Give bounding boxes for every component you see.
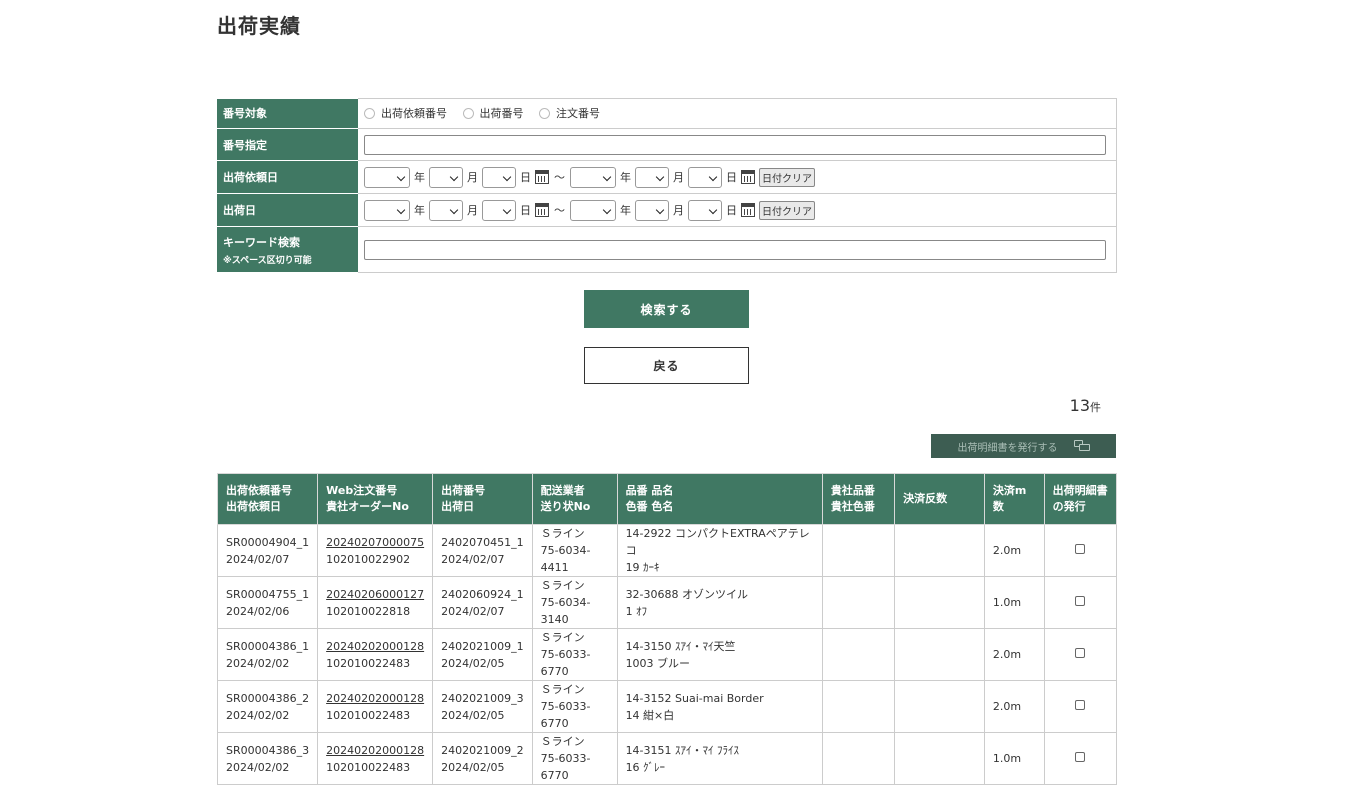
keyword-row: キーワード検索 ※スペース区切り可能: [217, 226, 1117, 273]
calendar-icon[interactable]: [741, 170, 755, 184]
radio-label: 出荷依頼番号: [381, 107, 447, 121]
issue-checkbox[interactable]: [1075, 752, 1086, 762]
radio-label: 出荷番号: [479, 107, 524, 121]
calendar-icon[interactable]: [535, 203, 549, 217]
ship-date-range: 年 月 日 ～ 年 月 日 日付クリア: [364, 199, 1106, 221]
issue-statement-button[interactable]: 出荷明細書を発行する: [931, 434, 1116, 458]
from-month-select[interactable]: [429, 199, 463, 221]
year-unit: 年: [620, 171, 631, 184]
number-target-row: 番号対象 出荷依頼番号 出荷番号 注文番号: [217, 98, 1117, 129]
month-unit: 月: [673, 171, 684, 184]
table-row: SR00004755_1 2024/02/06 20240206000127 102…: [216, 576, 1118, 629]
result-count: 13件: [1070, 396, 1101, 415]
clear-date-button[interactable]: 日付クリア: [759, 167, 815, 187]
col-request: 出荷依頼番号 出荷依頼日: [216, 473, 319, 525]
month-unit: 月: [467, 204, 478, 217]
day-unit: 日: [520, 204, 531, 217]
month-unit: 月: [467, 171, 478, 184]
radio-ship-number[interactable]: 出荷番号: [462, 105, 524, 121]
search-button[interactable]: 検索する: [584, 290, 749, 328]
ship-date-label: 出荷日: [217, 193, 358, 227]
request-date-range: 年 月 日 ～ 年 月 日 日付クリア: [364, 166, 1106, 188]
web-order-link[interactable]: 20240207000075: [326, 536, 424, 549]
col-ship: 出荷番号 出荷日: [432, 473, 533, 525]
from-month-select[interactable]: [429, 166, 463, 188]
month-unit: 月: [673, 204, 684, 217]
from-day-select[interactable]: [482, 166, 516, 188]
range-separator: ～: [554, 171, 565, 184]
radio-circle-icon[interactable]: [462, 107, 474, 119]
to-year-select[interactable]: [570, 199, 616, 221]
radio-circle-icon[interactable]: [539, 107, 550, 119]
col-carrier: 配送業者 送り状No: [531, 473, 618, 525]
result-count-unit: 件: [1090, 401, 1101, 414]
keyword-label: キーワード検索 ※スペース区切り可能: [217, 226, 358, 273]
web-order-link[interactable]: 20240206000127: [326, 588, 424, 601]
ship-date-row: 出荷日 年 月 日 ～ 年 月 日 日付クリア: [217, 193, 1117, 227]
issue-checkbox[interactable]: [1075, 596, 1086, 606]
web-order-link[interactable]: 20240202000128: [326, 692, 424, 705]
web-order-link[interactable]: 20240202000128: [326, 640, 424, 653]
number-target-label: 番号対象: [217, 98, 358, 129]
year-unit: 年: [414, 171, 425, 184]
issue-statement-label: 出荷明細書を発行する: [957, 442, 1058, 454]
col-meters: 決済m数: [983, 473, 1045, 525]
year-unit: 年: [620, 204, 631, 217]
radio-order-number[interactable]: 注文番号: [539, 105, 600, 121]
number-spec-label: 番号指定: [217, 128, 358, 161]
number-spec-row: 番号指定: [217, 128, 1117, 161]
web-order-link[interactable]: 20240202000128: [326, 744, 424, 757]
radio-circle-icon[interactable]: [364, 107, 375, 119]
issue-checkbox[interactable]: [1075, 700, 1086, 710]
col-item: 品番 品名 色番 色名: [616, 473, 823, 525]
from-day-select[interactable]: [482, 199, 516, 221]
col-cust-item: 貴社品番 貴社色番: [821, 473, 896, 525]
table-row: SR00004904_1 2024/02/07 20240207000075 102…: [216, 524, 1118, 577]
new-window-icon: [1073, 440, 1090, 452]
to-day-select[interactable]: [688, 166, 722, 188]
keyword-title: キーワード検索: [223, 235, 300, 249]
col-issue: 出荷明細書 の発行: [1043, 473, 1118, 525]
number-spec-input[interactable]: [364, 134, 1106, 155]
table-row: SR00004386_2 2024/02/02 20240202000128 102…: [216, 680, 1118, 733]
header-row: 出荷依頼番号 出荷依頼日 Web注文番号 貴社オーダーNo 出荷番号 出荷日 配送業者…: [216, 473, 1118, 525]
table-row: SR00004386_1 2024/02/02 20240202000128 102…: [216, 628, 1118, 681]
keyword-note: ※スペース区切り可能: [223, 255, 312, 266]
results-table: 出荷依頼番号 出荷依頼日 Web注文番号 貴社オーダーNo 出荷番号 出荷日 配送業者…: [216, 473, 1118, 785]
request-date-label: 出荷依頼日: [217, 160, 358, 194]
page-title: 出荷実績: [217, 14, 301, 38]
day-unit: 日: [726, 204, 737, 217]
issue-checkbox[interactable]: [1075, 544, 1086, 554]
range-separator: ～: [554, 204, 565, 217]
day-unit: 日: [726, 171, 737, 184]
clear-date-button[interactable]: 日付クリア: [759, 200, 815, 220]
number-target-options: 出荷依頼番号 出荷番号 注文番号: [358, 98, 1117, 129]
to-month-select[interactable]: [635, 199, 669, 221]
keyword-input[interactable]: [364, 239, 1106, 260]
col-rolls: 決済反数: [894, 473, 985, 525]
day-unit: 日: [520, 171, 531, 184]
table-row: SR00004386_3 2024/02/02 20240202000128 102…: [216, 732, 1118, 785]
calendar-icon[interactable]: [741, 203, 755, 217]
to-day-select[interactable]: [688, 199, 722, 221]
year-unit: 年: [414, 204, 425, 217]
radio-request-number[interactable]: 出荷依頼番号: [364, 105, 447, 121]
to-year-select[interactable]: [570, 166, 616, 188]
request-date-row: 出荷依頼日 年 月 日 ～ 年 月 日 日付クリア: [217, 160, 1117, 194]
to-month-select[interactable]: [635, 166, 669, 188]
from-year-select[interactable]: [364, 199, 410, 221]
calendar-icon[interactable]: [535, 170, 549, 184]
from-year-select[interactable]: [364, 166, 410, 188]
search-form: 番号対象 出荷依頼番号 出荷番号 注文番号 番号指定 出荷依頼日 年 月 日 ～…: [217, 98, 1117, 273]
result-count-number: 13: [1069, 396, 1090, 415]
radio-label: 注文番号: [556, 107, 600, 121]
back-button[interactable]: 戻る: [584, 347, 749, 384]
col-web-order: Web注文番号 貴社オーダーNo: [317, 473, 434, 525]
issue-checkbox[interactable]: [1075, 648, 1086, 658]
